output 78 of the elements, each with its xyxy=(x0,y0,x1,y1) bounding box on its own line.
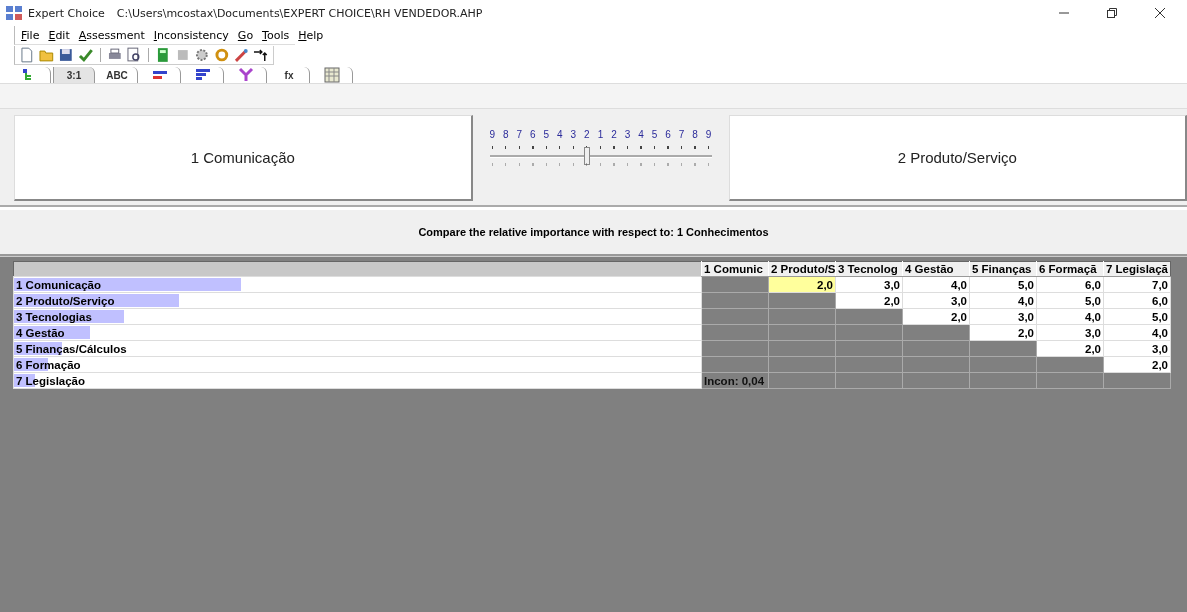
tab[interactable]: 3:1 xyxy=(53,67,95,83)
column-header: 6 Formaçã xyxy=(1036,261,1104,277)
row-label: 6 Formação xyxy=(15,358,81,371)
column-header: 4 Gestão xyxy=(902,261,970,277)
scale-number: 7 xyxy=(678,129,685,140)
scale-number: 9 xyxy=(489,129,496,140)
row-label: 3 Tecnologias xyxy=(15,310,92,323)
column-header: 5 Finanças xyxy=(969,261,1037,277)
scale-number: 1 xyxy=(597,129,604,140)
scale-number: 5 xyxy=(651,129,658,140)
element-box: 1 Comunicação xyxy=(14,115,473,201)
menu-item[interactable]: Edit xyxy=(47,28,71,42)
table-cell[interactable]: 3,0 xyxy=(1036,324,1104,341)
wand-icon[interactable] xyxy=(233,47,250,63)
table-cell[interactable]: 2,0 xyxy=(969,324,1037,341)
app-name: Expert Choice xyxy=(28,6,105,20)
table-cell[interactable]: 5,0 xyxy=(1103,308,1171,325)
scale-number: 4 xyxy=(638,129,644,140)
column-header: 3 Tecnolog xyxy=(835,261,903,277)
scale-number: 9 xyxy=(705,129,712,140)
menu-item[interactable]: Help xyxy=(297,28,325,42)
row-label: 4 Gestão xyxy=(15,326,65,339)
scale-number: 7 xyxy=(516,129,523,140)
menu-item[interactable]: Go xyxy=(236,28,255,42)
column-header: 2 Produto/S xyxy=(768,261,836,277)
restore-icon[interactable] xyxy=(1106,7,1118,19)
row-label: 7 Legislação xyxy=(15,374,86,387)
question-text: Compare the relative importance with respect to: 1 Conhecimentos xyxy=(418,226,769,238)
table-cell[interactable]: 5,0 xyxy=(969,276,1037,293)
scale-number: 5 xyxy=(543,129,550,140)
save-icon[interactable] xyxy=(58,47,74,63)
table-icon[interactable] xyxy=(324,67,340,83)
table-cell[interactable]: 4,0 xyxy=(902,276,970,293)
element-box: 2 Produto/Serviço xyxy=(728,115,1187,201)
table-cell[interactable]: 7,0 xyxy=(1103,276,1171,293)
scale-number: 8 xyxy=(503,129,509,140)
scale-number: 3 xyxy=(570,129,577,140)
scale-number: 4 xyxy=(557,129,563,140)
menu-item[interactable]: Inconsistency xyxy=(152,28,230,42)
table-cell[interactable]: 3,0 xyxy=(835,276,903,293)
sensitivity-icon[interactable] xyxy=(238,67,254,83)
row-label: 2 Produto/Serviço xyxy=(15,294,115,307)
row-label: 1 Comunicação xyxy=(15,278,101,291)
table-cell[interactable]: 2,0 xyxy=(1103,356,1171,373)
gear-icon[interactable] xyxy=(194,47,210,63)
calculator-icon[interactable] xyxy=(155,47,171,63)
app-icon xyxy=(6,6,22,20)
scale-number: 3 xyxy=(624,129,631,140)
close-icon[interactable] xyxy=(1154,7,1166,19)
table-cell[interactable]: 6,0 xyxy=(1103,292,1171,309)
table-cell[interactable]: 3,0 xyxy=(902,292,970,309)
column-header: 1 Comunic xyxy=(701,261,769,277)
table-cell[interactable]: 4,0 xyxy=(969,292,1037,309)
table-cell[interactable]: 2,0 xyxy=(835,292,903,309)
table-cell[interactable]: 2,0 xyxy=(902,308,970,325)
row-label: 5 Finanças/Cálculos xyxy=(15,342,127,355)
table-cell[interactable]: 3,0 xyxy=(1103,340,1171,357)
table-cell[interactable]: 4,0 xyxy=(1103,324,1171,341)
menu-item[interactable]: Assessment xyxy=(77,28,146,42)
table-cell[interactable]: 2,0 xyxy=(1036,340,1104,357)
table-cell[interactable]: 5,0 xyxy=(1036,292,1104,309)
column-header: 7 Legislaçã xyxy=(1103,261,1171,277)
table-cell[interactable]: 6,0 xyxy=(1036,276,1104,293)
scale-number: 6 xyxy=(665,129,671,140)
scale-number: 2 xyxy=(611,129,617,140)
scale-number: 6 xyxy=(530,129,536,140)
table-cell[interactable]: 4,0 xyxy=(1036,308,1104,325)
bar-chart-icon[interactable] xyxy=(195,67,211,83)
menu-item[interactable]: Tools xyxy=(261,28,291,42)
scale-number: 2 xyxy=(584,129,590,140)
arrow-icon[interactable] xyxy=(253,47,270,63)
table-cell[interactable]: 3,0 xyxy=(969,308,1037,325)
check-icon[interactable] xyxy=(78,47,94,63)
window-title: C:\Users\mcostax\Documents\EXPERT CHOICE\RH VENDEDOR.AHP xyxy=(116,6,483,20)
menu-item[interactable]: File xyxy=(20,28,41,42)
slider-thumb[interactable] xyxy=(583,147,590,165)
scale-number: 8 xyxy=(692,129,698,140)
preview-icon[interactable] xyxy=(126,47,142,63)
